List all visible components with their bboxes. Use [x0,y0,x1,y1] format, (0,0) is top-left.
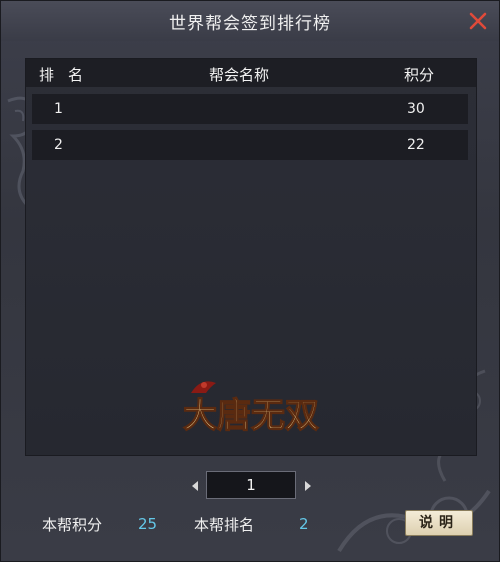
window-title: 世界帮会签到排行榜 [169,14,331,34]
row-score: 22 [407,137,425,153]
header-guild-name: 帮会名称 [209,66,270,84]
triangle-left-icon[interactable] [190,480,200,492]
guild-rank-value: 2 [299,515,309,533]
title-bar: 世界帮会签到排行榜 [1,1,499,41]
game-logo: 大唐无双 [182,381,320,437]
row-score: 30 [407,101,425,117]
close-icon[interactable] [467,10,489,32]
guild-score-label: 本帮积分 [42,516,103,534]
table-row[interactable]: 2 22 [32,130,468,160]
guild-rank-label: 本帮排名 [194,516,255,534]
row-rank: 1 [54,101,63,117]
page-number-field[interactable]: 1 [206,471,296,499]
row-rank: 2 [54,137,63,153]
ranking-window: 世界帮会签到排行榜 排名 帮会名称 积分 1 30 2 22 大唐无双 1 本帮… [0,0,500,562]
header-rank: 排名 [39,66,98,84]
explain-button[interactable]: 说明 [405,510,473,536]
game-logo-text: 大唐无双 [183,396,319,436]
triangle-right-icon[interactable] [303,480,313,492]
guild-score-value: 25 [138,515,158,533]
table-row[interactable]: 1 30 [32,94,468,124]
header-score: 积分 [404,66,435,84]
table-header: 排名 帮会名称 积分 [26,59,476,87]
